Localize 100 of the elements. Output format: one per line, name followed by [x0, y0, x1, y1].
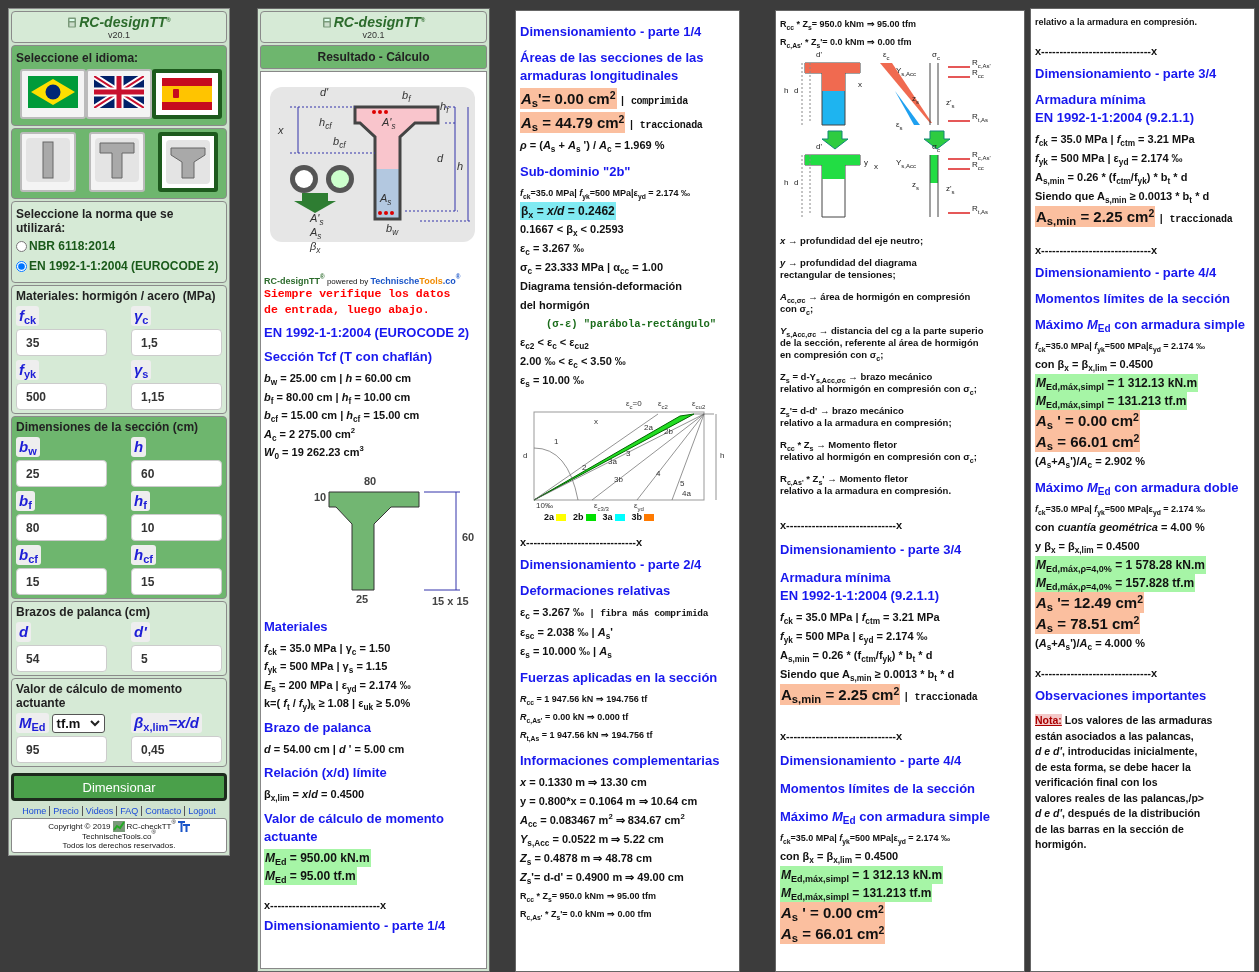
field-label: β$_{x,lim}$=x/d	[131, 713, 202, 733]
result-value: A$_{s}$ = 66.01 cm$^{2}$	[780, 923, 886, 944]
footer-link[interactable]: Logout	[184, 806, 219, 816]
footer-link[interactable]: Home	[19, 806, 50, 816]
norm-option[interactable]: EN 1992-1-1:2004 (EUROCODE 2)	[16, 259, 222, 273]
rights-text: Todos los derechos reservados.	[61, 841, 177, 850]
input-field[interactable]: 60	[131, 460, 222, 487]
input-field[interactable]: 35	[16, 329, 107, 356]
unit-select[interactable]: tf.m	[51, 713, 106, 733]
input-field[interactable]: 80	[16, 514, 107, 541]
result-line: β$_{x,lim}$ = x/d = 0.4500	[264, 787, 366, 804]
spain-flag-icon	[162, 78, 212, 110]
section-heading: Máximo M$_{Ed}$ con armadura simple	[780, 808, 992, 826]
input-field[interactable]: 54	[16, 645, 107, 672]
input-field[interactable]: 10	[131, 514, 222, 541]
field-label: b$_{f}$	[16, 491, 35, 511]
diagram-label: x	[594, 418, 598, 426]
diagram-label: R$_{cc}$	[972, 69, 984, 77]
input-field[interactable]: 1,5	[131, 329, 222, 356]
result-value: A$_{s,min}$ = 2.25 cm$^{2}$	[780, 684, 901, 705]
result-line: W$_{0}$ = 19 262.23 cm$^{3}$	[264, 443, 365, 462]
section-heading: Dimensionamiento - parte 2/4	[520, 556, 703, 574]
input-field[interactable]: 25	[16, 460, 107, 487]
diagram-label: 2	[582, 464, 587, 472]
input-field[interactable]: 15	[16, 568, 107, 595]
legend-label: 2b	[573, 512, 584, 522]
copyright-text: Copyright © 2019	[48, 822, 111, 831]
diagram-label: σ$_{c}$	[932, 143, 940, 151]
diagram-label: h	[784, 179, 789, 187]
diagram-label: d	[437, 153, 444, 164]
result-line: 0.1667 < β$_{x}$ < 0.2593	[520, 222, 625, 239]
diagram-label: ε$_{c}$	[883, 51, 890, 59]
result-note: | traccionada	[903, 691, 978, 705]
section-heading: Dimensionamiento - parte 3/4	[1035, 65, 1218, 83]
field-label: f$_{yk}$	[16, 360, 40, 380]
diagram-label: 10‰	[536, 502, 553, 510]
result-value: M$_{Ed}$ = 950.00 kN.m	[264, 848, 371, 867]
result-note: | comprimida	[619, 95, 688, 109]
result-line: y β$_{x}$ = β$_{x,lim}$ = 0.4500	[1035, 539, 1141, 556]
diagram-label: A'$_{s}$	[310, 213, 324, 224]
field-label: h	[131, 437, 147, 457]
t-section-icon	[95, 138, 139, 182]
field-label: M$_{Ed}$	[16, 713, 49, 733]
result-value: A$_{s,min}$ = 2.25 cm$^{2}$	[1035, 206, 1156, 227]
diagram-label: ε$_{s}$	[896, 121, 903, 129]
result-line: y = 0.800*x = 0.1064 m ⇒ 10.64 cm	[520, 794, 699, 809]
formula-line: R$_{cc}$ * Z$_{s}$= 950.0 kNm ⇒ 95.00 tfm	[780, 18, 918, 33]
footer-link[interactable]: Videos	[81, 806, 117, 816]
input-field[interactable]: 1,15	[131, 383, 222, 410]
footer-link[interactable]: Precio	[49, 806, 82, 816]
section-heading: Relación (x/d) límite	[264, 764, 388, 782]
result-note: | traccionada	[628, 119, 703, 133]
result-line: x = 0.1330 m ⇒ 13.30 cm	[520, 775, 648, 790]
formula-line: f$_{ck}$=35.0 MPa| f$_{yk}$=500 MPa|ε$_{yd}$ = 2.174 ‰	[1035, 340, 1207, 355]
separator-text: x------------------------------x	[264, 898, 388, 911]
result-title-bar: Resultado - Cálculo	[260, 45, 487, 69]
formula-line: relativo a la armadura en compresión.	[1035, 16, 1199, 29]
section-heading: Dimensionamiento - parte 1/4	[520, 23, 703, 41]
diagram-label: 1	[554, 438, 559, 446]
input-field[interactable]: 95	[16, 736, 107, 763]
separator-text: x------------------------------x	[1035, 244, 1159, 256]
section-type-button[interactable]	[158, 132, 218, 192]
language-button[interactable]	[20, 69, 86, 119]
result-line: con cuantía geométrica = 4.00 %	[1035, 520, 1206, 535]
diagram-label: 3a	[608, 458, 617, 466]
app-title: RC-designTT$^{®}$	[79, 14, 171, 30]
section-heading: Fuerzas aplicadas en la sección	[520, 669, 719, 687]
norm-option[interactable]: NBR 6118:2014	[16, 239, 222, 253]
diagram-label: d'	[320, 87, 329, 98]
diagram-label: 2a	[644, 424, 653, 432]
diagram-label: z$_{s}$	[912, 95, 919, 103]
radio-button[interactable]	[16, 260, 27, 272]
section-heading: Materiales	[264, 617, 329, 636]
result-line: b$_{f}$ = 80.00 cm | h$_{f}$ = 10.00 cm	[264, 389, 412, 406]
radio-button[interactable]	[16, 240, 27, 252]
input-field[interactable]: 0,45	[131, 736, 222, 763]
diagram-label: h	[457, 161, 464, 172]
input-field[interactable]: 500	[16, 383, 107, 410]
footer-link[interactable]: Contacto	[141, 806, 185, 816]
diagram-label: R$_{t,As}$	[972, 205, 989, 213]
language-button[interactable]	[86, 69, 152, 119]
formula-line: R$_{c,As'}$ * Z$_{s}$'= 0.0 kNm ⇒ 0.00 tfm	[520, 908, 653, 923]
language-button[interactable]	[152, 69, 222, 119]
result-line: A$_{s,min}$ = 0.26 * (f$_{ctm}$/f$_{yk}$) * b$_{t}$ * d	[1035, 170, 1189, 187]
result-line: ε$_{c}$ = 3.267 ‰	[520, 241, 585, 258]
field-label: d	[16, 622, 32, 642]
section-heading: Dimensionamiento - parte 4/4	[1035, 264, 1218, 282]
result-line: f$_{ck}$ = 35.0 MPa | f$_{ctm}$ = 3.21 MPa	[780, 610, 941, 627]
diagram-label: R$_{t,As}$	[972, 113, 989, 121]
diagram-label: ε$_{c}$=0	[626, 400, 642, 408]
calculator-icon	[67, 16, 78, 28]
footer-link[interactable]: FAQ	[116, 806, 142, 816]
diagram-label: 25	[356, 593, 369, 605]
section-heading: EN 1992-1-1:2004 (EUROCODE 2)	[264, 324, 471, 342]
result-value: β$_{x}$ = x/d = 0.2462	[520, 202, 616, 220]
result-line: f$_{yk}$ = 500 MPa | γ$_{s}$ = 1.15	[264, 659, 389, 676]
input-field[interactable]: 5	[131, 645, 222, 672]
input-field[interactable]: 15	[131, 568, 222, 595]
legend-label: 3b	[631, 512, 643, 522]
version-text: v20.1	[107, 30, 131, 40]
